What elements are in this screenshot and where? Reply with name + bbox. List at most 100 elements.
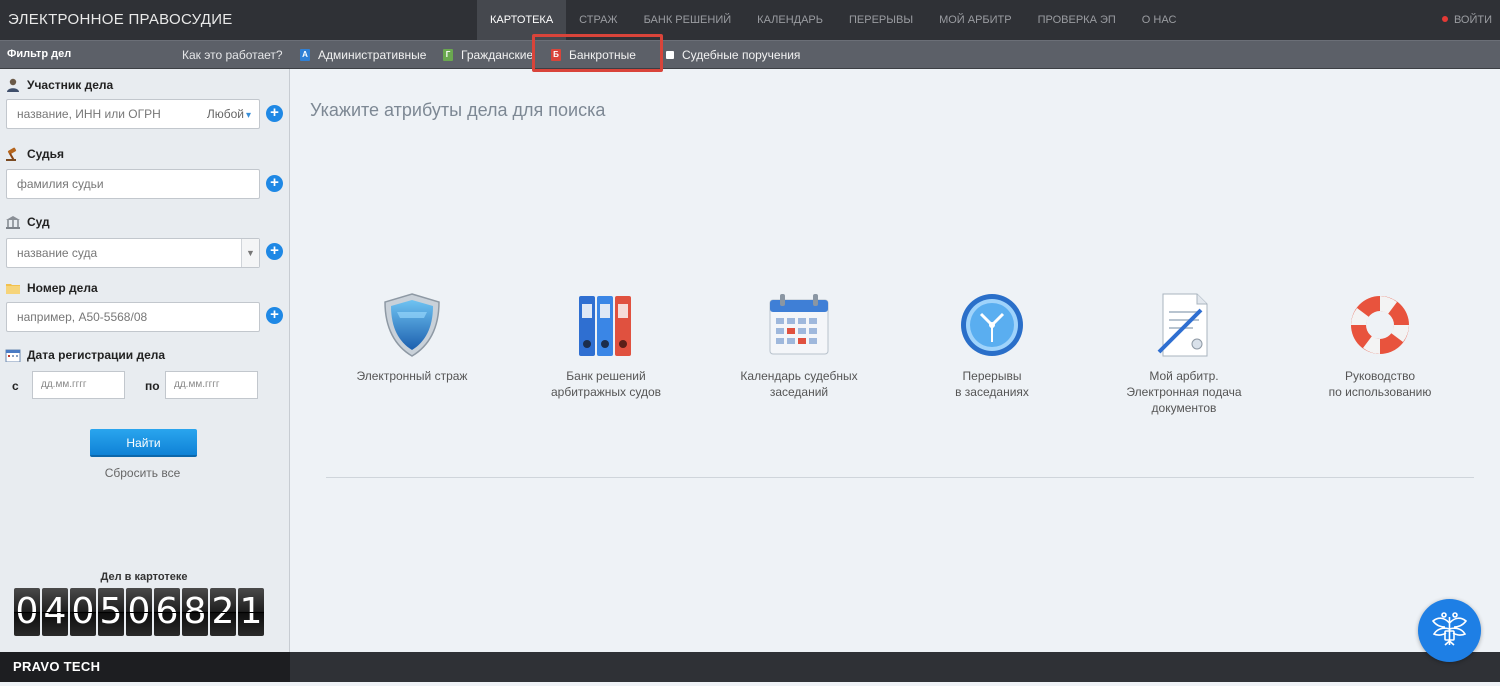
participant-label-text: Участник дела bbox=[27, 78, 114, 92]
nav-o-nas[interactable]: О НАС bbox=[1129, 0, 1190, 40]
case-number-input[interactable]: например, А50-5568/08 bbox=[6, 302, 260, 332]
tile-decisions-bank[interactable]: Банк решений арбитражных судов bbox=[516, 290, 696, 400]
judge-placeholder: фамилия судьи bbox=[17, 177, 104, 191]
clock-icon bbox=[961, 294, 1023, 356]
civil-badge-icon: Г bbox=[443, 49, 453, 61]
participant-input[interactable]: название, ИНН или ОГРН Любой bbox=[6, 99, 260, 129]
tile-my-arbiter[interactable]: Мой арбитр. Электронная подача документо… bbox=[1094, 290, 1274, 416]
tile-electronic-guard[interactable]: Электронный страж bbox=[322, 290, 502, 384]
tile-label: заседаний bbox=[769, 385, 829, 399]
gavel-icon bbox=[6, 147, 17, 161]
login-label: ВОЙТИ bbox=[1453, 14, 1492, 26]
court-placeholder: название суда bbox=[17, 246, 98, 260]
nav-proverka-ep[interactable]: ПРОВЕРКА ЭП bbox=[1025, 0, 1129, 40]
tile-label: документов bbox=[1151, 401, 1217, 415]
binders-icon bbox=[579, 296, 631, 356]
tile-label: Электронный страж bbox=[356, 369, 468, 383]
court-label-text: Суд bbox=[27, 215, 50, 229]
court-input[interactable]: название суда ▼ bbox=[6, 238, 260, 268]
participant-placeholder: название, ИНН или ОГРН bbox=[17, 107, 161, 121]
judge-label: Судья bbox=[5, 147, 64, 161]
tile-user-guide[interactable]: Руководство по использованию bbox=[1290, 290, 1470, 400]
login-link[interactable]: ВОЙТИ bbox=[1441, 0, 1492, 40]
tile-label: Календарь судебных bbox=[740, 369, 858, 383]
tile-label: по использованию bbox=[1328, 385, 1432, 399]
case-number-placeholder: например, А50-5568/08 bbox=[17, 310, 148, 324]
top-navbar: ЭЛЕКТРОННОЕ ПРАВОСУДИЕ КАРТОТЕКА СТРАЖ Б… bbox=[0, 0, 1500, 40]
administrative-badge-icon: А bbox=[300, 49, 310, 61]
content-divider bbox=[326, 477, 1474, 478]
judge-label-text: Судья bbox=[27, 147, 65, 161]
how-it-works-link[interactable]: Как это работает? bbox=[182, 48, 283, 62]
add-participant-button[interactable]: + bbox=[266, 105, 283, 122]
judge-input[interactable]: фамилия судьи bbox=[6, 169, 260, 199]
document-pen-icon bbox=[1157, 293, 1208, 357]
courthouse-icon bbox=[6, 216, 20, 229]
calendar-small-icon bbox=[5, 349, 21, 362]
counter-digit: 2 bbox=[210, 588, 236, 636]
filter-bar: Фильтр дел Как это работает? А Администр… bbox=[0, 40, 1500, 69]
case-number-label: Номер дела bbox=[5, 281, 98, 295]
court-label: Суд bbox=[5, 215, 50, 229]
nav-strazh[interactable]: СТРАЖ bbox=[566, 0, 630, 40]
counter-digit: 1 bbox=[238, 588, 264, 636]
case-type-label: Административные bbox=[318, 48, 427, 62]
eagle-emblem-icon bbox=[1431, 612, 1468, 646]
calendar-icon bbox=[769, 294, 829, 355]
tile-label: Банк решений bbox=[566, 369, 646, 383]
filter-title: Фильтр дел bbox=[7, 48, 72, 60]
nav-kartoteka[interactable]: КАРТОТЕКА bbox=[477, 0, 567, 40]
date-from-label: с bbox=[12, 379, 19, 393]
counter-digit: 0 bbox=[70, 588, 96, 636]
tile-label: Электронная подача bbox=[1126, 385, 1242, 399]
counter-digit: 8 bbox=[182, 588, 208, 636]
nav-moy-arbitr[interactable]: МОЙ АРБИТР bbox=[926, 0, 1025, 40]
date-from-input[interactable]: дд.мм.гггг bbox=[32, 371, 125, 399]
cases-counter: 0 4 0 5 0 6 8 2 1 bbox=[14, 588, 266, 636]
add-judge-button[interactable]: + bbox=[266, 175, 283, 192]
case-type-label: Банкротные bbox=[569, 48, 636, 62]
case-number-label-text: Номер дела bbox=[27, 281, 98, 295]
tile-label: арбитражных судов bbox=[550, 385, 662, 399]
nav-pereryvy[interactable]: ПЕРЕРЫВЫ bbox=[836, 0, 926, 40]
case-type-label: Гражданские bbox=[461, 48, 534, 62]
main-nav: КАРТОТЕКА СТРАЖ БАНК РЕШЕНИЙ КАЛЕНДАРЬ П… bbox=[477, 0, 1189, 40]
participant-label: Участник дела bbox=[5, 78, 113, 92]
tile-label: в заседаниях bbox=[955, 385, 1029, 399]
add-case-number-button[interactable]: + bbox=[266, 307, 283, 324]
reset-all-link[interactable]: Сбросить все bbox=[0, 466, 285, 480]
lifebuoy-icon bbox=[1351, 296, 1409, 354]
date-to-input[interactable]: дд.мм.гггг bbox=[165, 371, 258, 399]
nav-kalendar[interactable]: КАЛЕНДАРЬ bbox=[744, 0, 836, 40]
counter-digit: 0 bbox=[14, 588, 40, 636]
case-type-civil[interactable]: Г Гражданские bbox=[443, 48, 533, 62]
tile-court-calendar[interactable]: Календарь судебных заседаний bbox=[709, 290, 889, 400]
case-type-bankruptcy[interactable]: Б Банкротные bbox=[551, 48, 636, 62]
counter-digit: 5 bbox=[98, 588, 124, 636]
brand-title[interactable]: ЭЛЕКТРОННОЕ ПРАВОСУДИЕ bbox=[8, 11, 233, 28]
nav-bank-resheniy[interactable]: БАНК РЕШЕНИЙ bbox=[631, 0, 745, 40]
court-orders-badge-icon bbox=[666, 51, 674, 59]
reg-date-label-text: Дата регистрации дела bbox=[27, 348, 166, 362]
emblem-help-button[interactable] bbox=[1418, 599, 1481, 662]
folder-icon bbox=[6, 284, 20, 294]
shield-icon bbox=[384, 293, 440, 357]
case-type-court-orders[interactable]: Судебные поручения bbox=[666, 48, 800, 62]
case-type-administrative[interactable]: А Административные bbox=[300, 48, 426, 62]
reg-date-label: Дата регистрации дела bbox=[5, 348, 165, 362]
bankruptcy-badge-icon: Б bbox=[551, 49, 561, 61]
pravo-tech-logo[interactable]: PRAVO TECH bbox=[13, 659, 100, 674]
filter-sidebar: Участник дела название, ИНН или ОГРН Люб… bbox=[0, 69, 290, 652]
add-court-button[interactable]: + bbox=[266, 243, 283, 260]
person-icon bbox=[7, 78, 19, 92]
status-dot-icon bbox=[1441, 16, 1448, 22]
page-title: Укажите атрибуты дела для поиска bbox=[310, 100, 606, 120]
date-to-label: по bbox=[145, 379, 160, 393]
counter-digit: 0 bbox=[126, 588, 152, 636]
court-dropdown-arrow-icon[interactable]: ▼ bbox=[241, 239, 259, 267]
find-button[interactable]: Найти bbox=[90, 429, 197, 457]
tile-label: Мой арбитр. bbox=[1149, 369, 1219, 383]
tile-breaks[interactable]: Перерывы в заседаниях bbox=[902, 290, 1082, 400]
cases-counter-title: Дел в картотеке bbox=[100, 571, 188, 583]
participant-role-select[interactable]: Любой bbox=[207, 100, 251, 130]
